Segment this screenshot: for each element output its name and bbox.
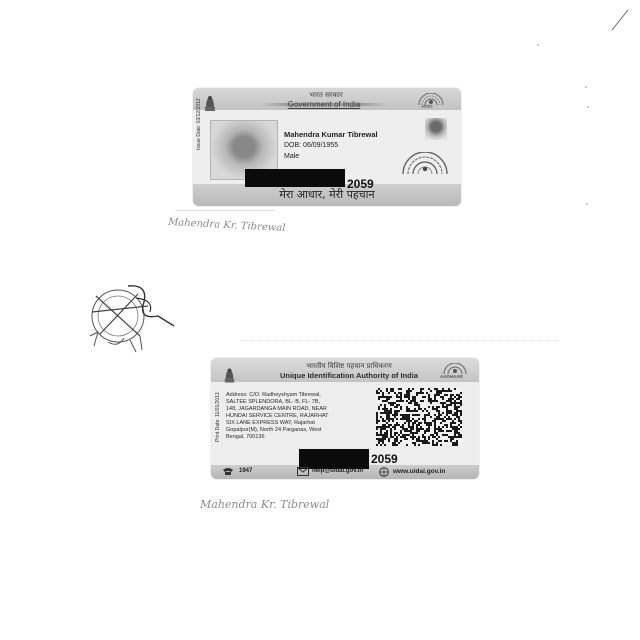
aadhaar-front-card: भारत सरकार Government of India आधार Issu…: [193, 88, 461, 206]
speck: [587, 106, 589, 108]
speck: [585, 86, 587, 88]
aadhaar-back-card: भारतीय विशिष्ट पहचान प्राधिकरण Unique Id…: [211, 358, 479, 479]
holder-name: Mahendra Kumar Tibrewal: [284, 130, 378, 139]
qr-code: [376, 388, 462, 446]
tagline-hindi: मेरा आधार, मेरी पहचान: [279, 188, 375, 201]
address-line: Address: C/O: Radheyshyam Tibrewal,: [226, 392, 321, 398]
aadhaar-logo-label: AADHAAR: [440, 374, 463, 379]
hologram-icon: [402, 152, 448, 175]
uidai-hindi-text: भारतीय विशिष्ट पहचान प्राधिकरण: [306, 362, 392, 370]
handwritten-signature: Mahendra Kr. Tibrewal: [167, 216, 286, 235]
issue-date: Issue Date: 03/12/2012: [196, 98, 202, 150]
national-emblem-icon: [224, 368, 235, 383]
government-english-text: Government of India: [261, 100, 387, 109]
ghost-photo: [425, 118, 447, 140]
address-line: HUNDAI SERVICE CENTRE, RAJARHAT: [226, 413, 329, 419]
redaction-bar: [245, 169, 345, 187]
holder-dob: DOB: 06/09/1955: [284, 142, 339, 149]
phone-icon: [223, 468, 233, 475]
speck: [537, 44, 539, 46]
speck: [586, 203, 588, 205]
aadhaar-logo-label: आधार: [421, 104, 433, 110]
holder-gender: Male: [284, 153, 300, 160]
address-line: 148, JAGARDANGA MAIN ROAD, NEAR: [226, 406, 327, 412]
government-hindi-text: भारत सरकार: [309, 91, 343, 99]
address-line: Bengal, 700136: [226, 434, 265, 440]
address-line: SALTEE SPLENDORA, BL- B, FL- 7B,: [226, 399, 321, 405]
handwritten-signature: Mahendra Kr. Tibrewal: [200, 498, 330, 511]
national-emblem-icon: [205, 96, 215, 111]
uidai-english-text: Unique Identification Authority of India: [279, 371, 419, 380]
address-block: Address: C/O: Radheyshyam Tibrewal, SALT…: [226, 392, 374, 441]
aadhaar-number-visible: 2059: [371, 452, 398, 466]
faint-dotted-line: [240, 340, 560, 342]
address-line: Gopalpur(M), North 24 Parganas, West: [226, 427, 322, 433]
globe-icon: [379, 467, 389, 477]
card-footer: 1947 help@uidai.gov.in www.uidai.gov.in: [211, 465, 479, 479]
print-date: Print Date: 11/01/2013: [215, 392, 221, 442]
address-line: SIX LANE EXPRESS WAY, Rajarhat: [226, 420, 315, 426]
help-email: help@uidai.gov.in: [312, 468, 364, 474]
pen-stroke: [611, 9, 629, 31]
stamp-with-signature: [89, 285, 175, 353]
helpline-number: 1947: [239, 468, 253, 474]
website-url: www.uidai.gov.in: [393, 468, 446, 475]
mail-icon: [297, 467, 309, 476]
faint-line: [175, 210, 275, 211]
